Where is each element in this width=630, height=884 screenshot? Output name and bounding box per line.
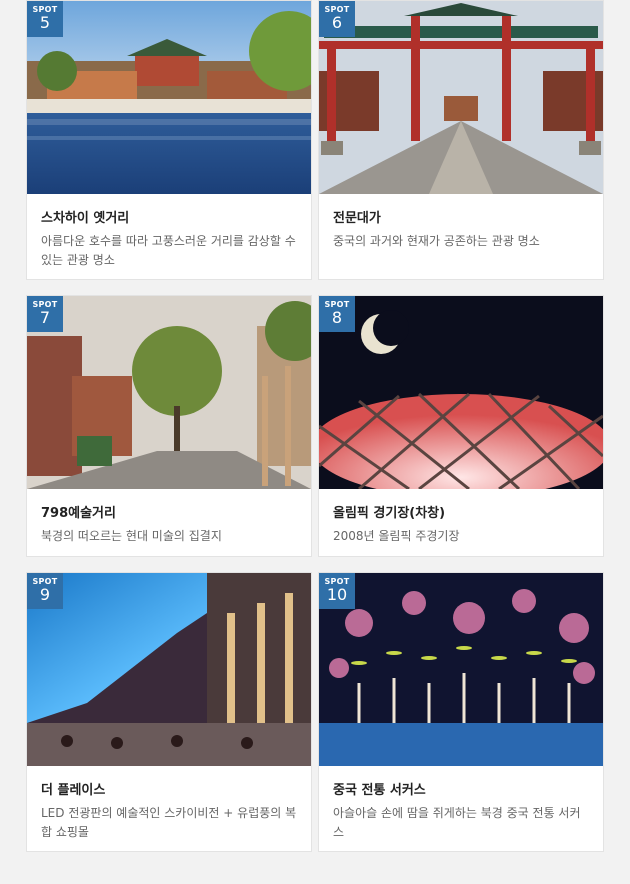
spot-photo-the-place: SPOT 9 [27, 573, 311, 766]
spot-card-7[interactable]: SPOT 7 798예술거리 북경의 떠오르는 현대 미술의 집결지 [26, 295, 312, 557]
spot-photo-qianmen: SPOT 6 [319, 1, 603, 194]
spot-description: 아름다운 호수를 따라 고풍스러운 거리를 감상할 수 있는 관광 명소 [41, 234, 296, 267]
spot-badge: SPOT 9 [27, 573, 63, 609]
spot-description: 북경의 떠오르는 현대 미술의 집결지 [41, 529, 222, 543]
spot-badge: SPOT 8 [319, 296, 355, 332]
spot-card-9[interactable]: SPOT 9 더 플레이스 LED 전광판의 예술적인 스카이비전 + 유럽풍의… [26, 572, 312, 852]
spot-badge: SPOT 7 [27, 296, 63, 332]
spot-description: LED 전광판의 예술적인 스카이비전 + 유럽풍의 복합 쇼핑몰 [41, 806, 297, 839]
spot-photo-798-art: SPOT 7 [27, 296, 311, 489]
spot-card-10[interactable]: SPOT 10 중국 전통 서커스 아슬아슬 손에 땀을 쥐게하는 북경 중국 … [318, 572, 604, 852]
spot-title: 798예술거리 [41, 506, 116, 521]
spot-badge-number: 9 [39, 585, 51, 604]
spot-badge-number: 6 [331, 13, 343, 32]
spot-description: 2008년 올림픽 주경기장 [333, 529, 460, 543]
spot-photo-shichahai: SPOT 5 [27, 1, 311, 194]
spot-badge: SPOT 10 [319, 573, 355, 609]
spot-card-5[interactable]: SPOT 5 스차하이 옛거리 아름다운 호수를 따라 고풍스러운 거리를 감상… [26, 0, 312, 280]
spot-badge-number: 7 [39, 308, 51, 327]
spot-title: 중국 전통 서커스 [333, 783, 426, 798]
spot-title: 더 플레이스 [41, 783, 106, 798]
spot-description: 중국의 과거와 현재가 공존하는 관광 명소 [333, 234, 540, 248]
spot-photo-olympic-stadium: SPOT 8 [319, 296, 603, 489]
spot-title: 스차하이 옛거리 [41, 211, 130, 226]
spot-badge-number: 10 [326, 585, 348, 604]
spot-badge-number: 5 [39, 13, 51, 32]
spot-card-8[interactable]: SPOT 8 올림픽 경기장(차창) 2008년 올림픽 주경기장 [318, 295, 604, 557]
spot-photo-circus: SPOT 10 [319, 573, 603, 766]
spot-badge-number: 8 [331, 308, 343, 327]
spot-title: 전문대가 [333, 211, 381, 226]
spot-card-6[interactable]: SPOT 6 전문대가 중국의 과거와 현재가 공존하는 관광 명소 [318, 0, 604, 280]
spot-badge: SPOT 6 [319, 1, 355, 37]
spot-badge: SPOT 5 [27, 1, 63, 37]
spot-description: 아슬아슬 손에 땀을 쥐게하는 북경 중국 전통 서커스 [333, 806, 581, 839]
spot-title: 올림픽 경기장(차창) [333, 506, 446, 521]
